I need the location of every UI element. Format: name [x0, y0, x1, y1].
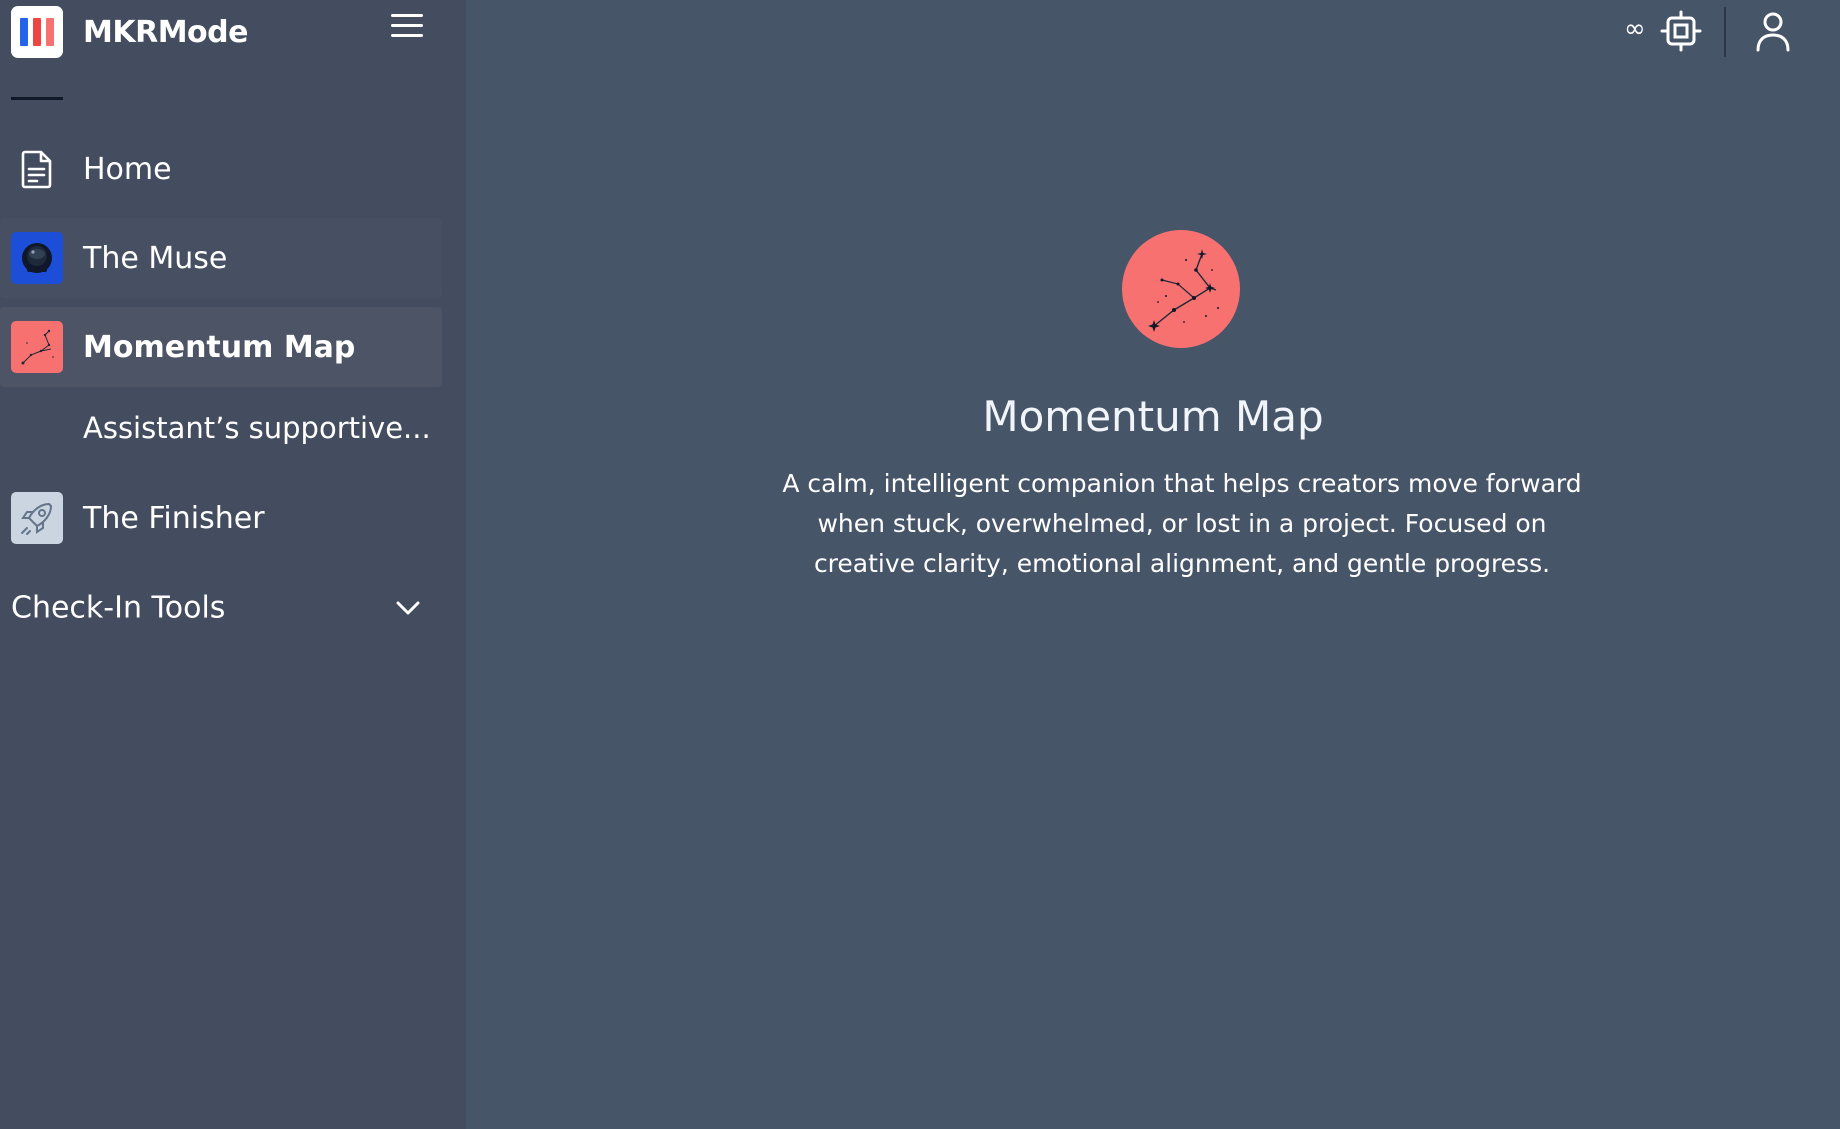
section-check-in-tools[interactable]: Check-In Tools	[0, 580, 442, 636]
app-name: MKRMode	[83, 14, 249, 50]
document-icon	[11, 143, 63, 195]
sidebar-item-home[interactable]: Home	[0, 129, 442, 209]
momentum-map-avatar	[1122, 230, 1240, 348]
sidebar: MKRMode Home The Muse Momentum Map Assis…	[0, 0, 466, 1129]
menu-toggle-icon[interactable]	[389, 12, 425, 40]
rocket-icon	[11, 492, 63, 544]
user-icon[interactable]	[1752, 10, 1794, 52]
sidebar-item-the-muse[interactable]: The Muse	[0, 218, 442, 298]
sidebar-item-label: Home	[83, 151, 172, 187]
sidebar-item-the-finisher[interactable]: The Finisher	[0, 478, 442, 558]
section-label: Check-In Tools	[11, 590, 226, 626]
sidebar-item-label: The Finisher	[83, 500, 265, 536]
divider	[11, 97, 63, 100]
page-title: Momentum Map	[982, 392, 1324, 441]
sidebar-subitem-label: Assistant’s supportive...	[83, 411, 431, 445]
sidebar-item-label: Momentum Map	[83, 329, 356, 365]
constellation-icon	[1148, 249, 1219, 332]
sidebar-item-label: The Muse	[83, 240, 228, 276]
astronaut-helmet-icon	[11, 232, 63, 284]
chevron-down-icon	[396, 601, 420, 615]
logo-icon	[11, 6, 63, 58]
chip-icon[interactable]	[1660, 10, 1702, 52]
brand[interactable]: MKRMode	[11, 6, 249, 58]
app-root: MKRMode Home The Muse Momentum Map Assis…	[0, 0, 1840, 1129]
credits-infinity: ∞	[1624, 14, 1646, 44]
sidebar-subitem-conversation[interactable]: Assistant’s supportive...	[0, 398, 442, 458]
constellation-icon	[11, 321, 63, 373]
page-description: A calm, intelligent companion that helps…	[782, 469, 1582, 578]
sidebar-item-momentum-map[interactable]: Momentum Map	[0, 307, 442, 387]
topbar-divider	[1724, 7, 1726, 57]
